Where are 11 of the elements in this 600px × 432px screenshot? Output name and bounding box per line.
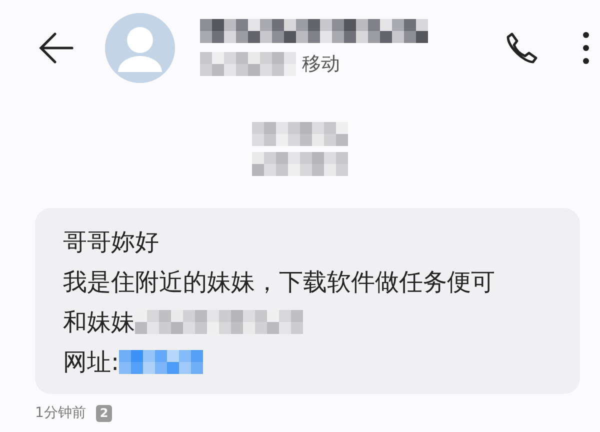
sim-badge: 2 bbox=[96, 404, 112, 422]
message-text: 我是住附近的妹妹，下载软件做任务便可 bbox=[63, 267, 495, 298]
message-text: 哥哥妳好 bbox=[63, 227, 159, 258]
carrier-label: 移动 bbox=[302, 52, 340, 77]
message-text: 网址: bbox=[63, 347, 120, 378]
phone-icon[interactable] bbox=[504, 31, 538, 65]
message-time: 1分钟前 bbox=[35, 404, 86, 422]
more-menu-icon[interactable] bbox=[582, 31, 590, 65]
avatar-icon bbox=[104, 12, 176, 84]
back-arrow-icon[interactable] bbox=[38, 32, 74, 64]
message-text: 和妹妹 bbox=[63, 307, 135, 338]
